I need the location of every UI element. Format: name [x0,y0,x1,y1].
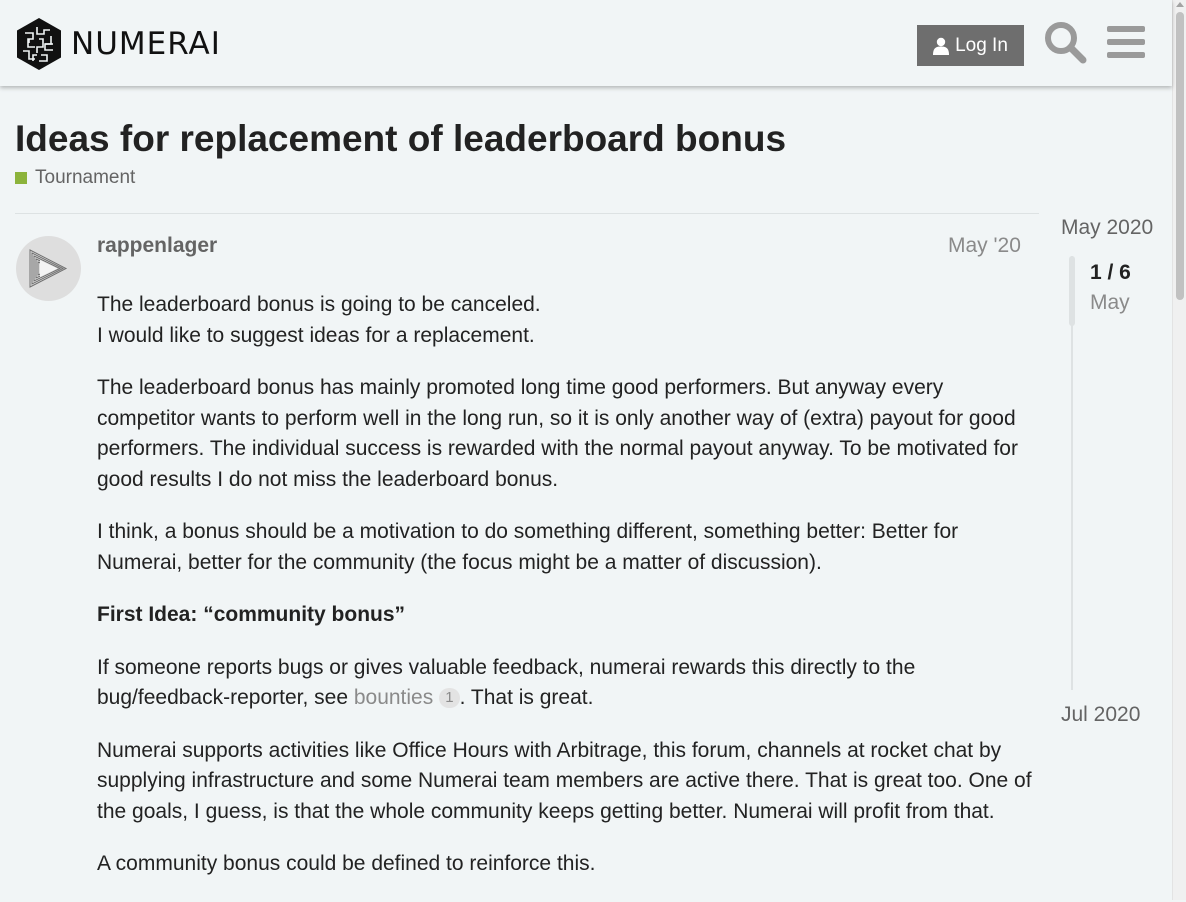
post-heading: First Idea: “community bonus” [97,600,1037,631]
login-button[interactable]: Log In [917,25,1024,66]
numerai-logo-icon [17,18,61,70]
post-paragraph: The leaderboard bonus is going to be can… [97,290,1037,351]
avatar-play-icon [29,249,68,288]
site-header: NUMERAI Log In [0,0,1172,86]
topic-title[interactable]: Ideas for replacement of leaderboard bon… [15,118,786,160]
numerai-logo[interactable]: NUMERAI [15,17,221,71]
user-icon [933,37,950,55]
timeline-end-date[interactable]: Jul 2020 [1061,703,1140,727]
post-date[interactable]: May '20 [948,234,1021,258]
user-avatar[interactable] [16,236,81,301]
login-label: Log In [955,34,1008,56]
timeline-position-month: May [1090,291,1130,314]
post-paragraph: Numerai supports activities like Office … [97,738,1032,823]
post-paragraph: If someone reports bugs or gives valuabl… [97,653,1037,714]
post-text-line: The leaderboard bonus is going to be can… [97,293,541,316]
post-text: . That is great. [459,686,594,709]
bounties-link[interactable]: bounties [354,686,433,709]
scroll-up-arrow-icon[interactable] [1176,2,1184,7]
post-paragraph: The leaderboard bonus has mainly promote… [97,376,1018,491]
post-body: The leaderboard bonus is going to be can… [97,290,1037,902]
page-scrollbar[interactable] [1172,0,1186,900]
post-username[interactable]: rappenlager [97,234,217,258]
logo-text: NUMERAI [71,26,221,62]
timeline-handle[interactable] [1069,256,1075,326]
timeline-post-position: 1 / 6 [1090,261,1131,284]
scrollbar-thumb[interactable] [1176,12,1184,300]
category-color-swatch [15,172,27,184]
post-text-line: I would like to suggest ideas for a repl… [97,323,535,347]
timeline-start-date[interactable]: May 2020 [1061,216,1153,240]
topic-divider [15,213,1039,214]
post-paragraph: I think, a bonus should be a motivation … [97,520,959,574]
category-badge[interactable]: Tournament [15,167,135,189]
link-click-count-badge: 1 [439,688,460,708]
category-label: Tournament [35,167,136,188]
hamburger-menu-icon[interactable] [1104,20,1148,64]
search-icon[interactable] [1043,20,1087,64]
post-heading-text: First Idea: “community bonus” [97,603,406,626]
post-paragraph: A community bonus could be defined to re… [97,852,596,875]
